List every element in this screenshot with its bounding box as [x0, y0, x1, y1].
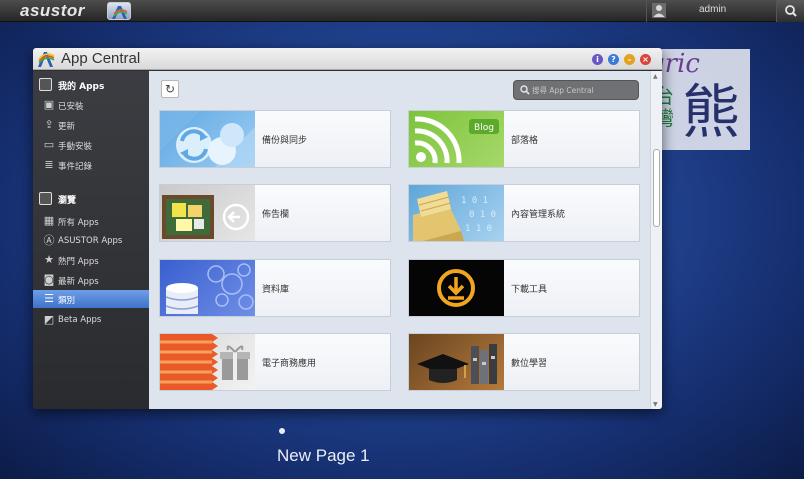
database-icon: [160, 260, 255, 316]
app-search[interactable]: [513, 80, 639, 100]
user-menu[interactable]: admin: [646, 0, 776, 22]
app-central-launcher-icon[interactable]: [107, 2, 131, 20]
user-icon: [652, 3, 666, 18]
scroll-down-icon[interactable]: ▼: [653, 401, 661, 408]
category-tile-elearning[interactable]: 數位學習: [408, 333, 640, 391]
cms-icon: 1 0 1 0 1 0 1 1 0: [409, 185, 504, 241]
username: admin: [699, 4, 727, 15]
refresh-button[interactable]: ↻: [161, 80, 179, 98]
folder-icon: ▭: [43, 138, 55, 151]
info-icon[interactable]: i: [592, 54, 603, 65]
top-bar: asustor admin: [0, 0, 804, 22]
category-tile-cms[interactable]: 1 0 1 0 1 0 1 1 0 內容管理系統: [408, 184, 640, 242]
sidebar-item-all-apps[interactable]: ▦ 所有 Apps: [33, 212, 149, 230]
sidebar-item-beta-apps[interactable]: ◩ Beta Apps: [33, 311, 149, 329]
close-icon[interactable]: ×: [640, 54, 651, 65]
top-search-button[interactable]: [776, 0, 804, 22]
category-label: 下載工具: [511, 285, 548, 295]
page-label: New Page 1: [277, 446, 370, 465]
update-icon: ⇪: [44, 118, 54, 131]
sidebar-item-event-log[interactable]: ≣ 事件記錄: [33, 156, 149, 174]
star-icon: ★: [44, 253, 54, 266]
sidebar-item-manual-install[interactable]: ▭ 手動安裝: [33, 136, 149, 154]
browse-icon: [39, 192, 52, 205]
grid-icon: ▦: [43, 214, 55, 227]
svg-text:0 1 0: 0 1 0: [469, 210, 496, 220]
installed-icon: ▣: [43, 98, 55, 111]
sidebar: 我的 Apps ▣ 已安裝 ⇪ 更新 ▭ 手動安裝 ≣ 事件記錄 瀏覽 ▦ 所有…: [33, 71, 155, 409]
asustor-logo: asustor: [20, 1, 85, 20]
sidebar-item-categories[interactable]: ☰ 類別: [33, 290, 155, 308]
page-indicator-dot[interactable]: [279, 428, 285, 434]
search-icon: [785, 5, 797, 17]
category-label: 佈告欄: [262, 210, 290, 220]
category-tile-backup-sync[interactable]: 備份與同步: [159, 110, 391, 168]
help-icon[interactable]: ?: [608, 54, 619, 65]
log-icon: ≣: [44, 158, 54, 171]
download-icon: [409, 260, 504, 316]
category-tile-ecommerce[interactable]: 電子商務應用: [159, 333, 391, 391]
sidebar-item-popular-apps[interactable]: ★ 熱門 Apps: [33, 251, 149, 269]
list-icon: ☰: [44, 292, 54, 305]
category-label: 部落格: [511, 136, 539, 146]
category-tile-download-tools[interactable]: 下載工具: [408, 259, 640, 317]
category-label: 內容管理系統: [511, 210, 566, 220]
scroll-thumb[interactable]: [653, 149, 660, 227]
category-tile-blog[interactable]: Blog 部落格: [408, 110, 640, 168]
beta-icon: ◩: [43, 313, 55, 326]
category-label: 數位學習: [511, 359, 548, 369]
category-content: ↻ 搜尋 App Central 備份與同步 Blog 部落格 佈告欄 1 0 …: [149, 71, 662, 409]
window-titlebar[interactable]: App Central i ? – ×: [33, 48, 662, 70]
watermark-bear: 熊: [682, 78, 741, 146]
blog-icon: Blog: [409, 111, 504, 167]
category-label: 電子商務應用: [262, 359, 317, 369]
apps-store-icon: [39, 78, 52, 91]
content-scrollbar[interactable]: ▲ ▼: [650, 71, 662, 409]
backup-sync-icon: [160, 111, 255, 167]
ecommerce-icon: [160, 334, 255, 390]
app-central-logo-icon: [38, 52, 55, 67]
asustor-icon: Ⓐ: [43, 234, 55, 247]
category-tile-bulletin-board[interactable]: 佈告欄: [159, 184, 391, 242]
category-label: 備份與同步: [262, 136, 308, 146]
category-tile-database[interactable]: 資料庫: [159, 259, 391, 317]
sidebar-item-asustor-apps[interactable]: Ⓐ ASUSTOR Apps: [33, 232, 149, 250]
blog-badge: Blog: [474, 123, 494, 133]
sidebar-item-installed[interactable]: ▣ 已安裝: [33, 96, 149, 114]
app-central-window: App Central i ? – × 我的 Apps ▣ 已安裝 ⇪ 更新 ▭…: [33, 48, 662, 409]
scroll-up-icon[interactable]: ▲: [653, 73, 661, 80]
svg-text:1 1 0: 1 1 0: [465, 224, 492, 234]
elearning-icon: [409, 334, 504, 390]
window-title: App Central: [61, 50, 141, 67]
bulletin-board-icon: [160, 185, 255, 241]
minimize-icon[interactable]: –: [624, 54, 635, 65]
svg-text:1 0 1: 1 0 1: [461, 196, 488, 206]
search-icon: [520, 85, 530, 95]
new-icon: ◙: [43, 273, 55, 286]
sidebar-item-new-apps[interactable]: ◙ 最新 Apps: [33, 271, 149, 289]
sidebar-item-update[interactable]: ⇪ 更新: [33, 116, 149, 134]
search-input[interactable]: [532, 83, 636, 97]
refresh-icon: ↻: [164, 82, 176, 96]
category-label: 資料庫: [262, 285, 290, 295]
